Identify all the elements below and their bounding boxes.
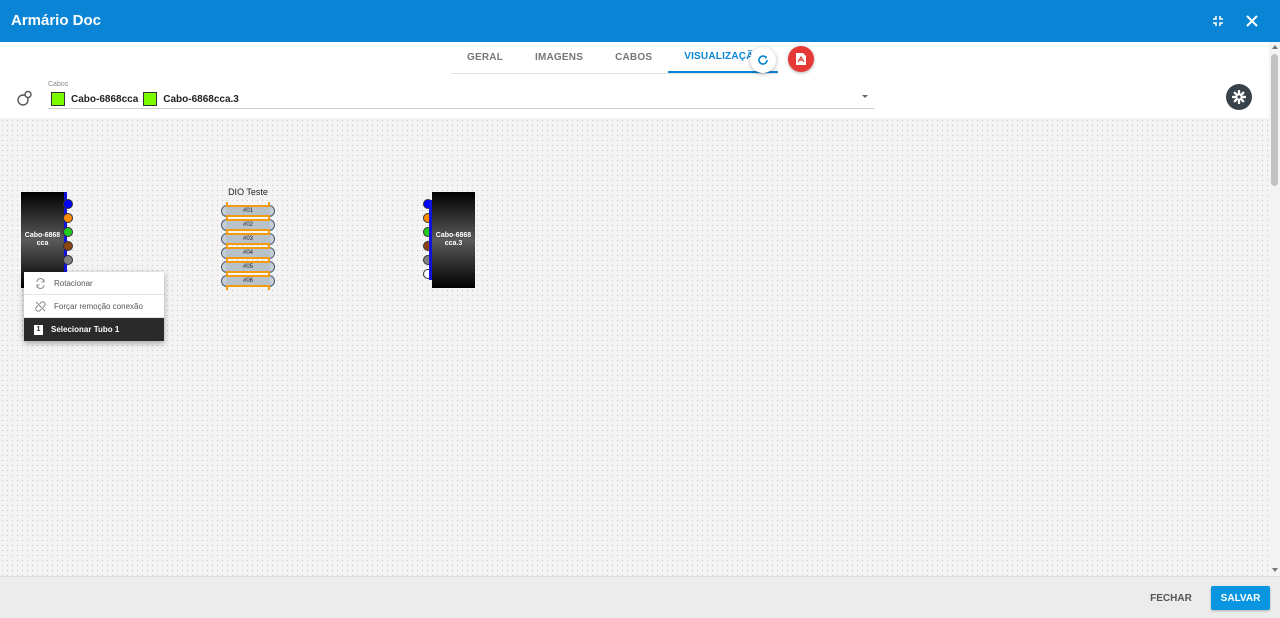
diagram-canvas[interactable] [0, 118, 1269, 576]
menu-item-label: Selecionar Tubo 1 [51, 325, 120, 334]
refresh-button[interactable] [750, 47, 776, 73]
cable-label: Cabo-6868 [435, 232, 472, 239]
dialog-footer: FECHAR SALVAR [0, 576, 1280, 618]
port-label: #04 [226, 247, 270, 259]
cable-chip-label: Cabo-6868cca [71, 93, 139, 105]
dropdown-arrow-icon[interactable] [862, 95, 868, 98]
dio-port[interactable]: #02 [221, 219, 275, 231]
menu-item-rotacionar[interactable]: Rotacionar [24, 272, 164, 295]
scroll-up-icon[interactable] [1272, 45, 1278, 49]
menu-item-label: Rotacionar [54, 278, 93, 288]
cable-color-swatch [51, 92, 65, 106]
menu-item-selecionar-tubo[interactable]: 1 Selecionar Tubo 1 [24, 318, 164, 341]
connection-tool-icon[interactable] [15, 90, 33, 108]
select-underline [48, 108, 874, 109]
exit-fullscreen-icon[interactable] [1205, 8, 1231, 34]
close-button[interactable]: FECHAR [1143, 587, 1199, 609]
fiber-gray[interactable] [63, 255, 73, 265]
cable-chip-label: Cabo-6868cca.3 [163, 93, 239, 105]
gear-icon [1232, 90, 1246, 104]
tab-cabos[interactable]: CABOS [599, 42, 668, 73]
dio-port[interactable]: #05 [221, 261, 275, 273]
save-button[interactable]: SALVAR [1211, 586, 1270, 610]
cable-label: cca [36, 240, 49, 247]
cable-block-right[interactable]: Cabo-6868 cca.3 [432, 192, 475, 288]
menu-item-forcar-remocao[interactable]: Forçar remoção conexão [24, 295, 164, 318]
tab-geral[interactable]: GERAL [451, 42, 519, 73]
refresh-icon [758, 55, 768, 65]
dio-port[interactable]: #01 [221, 205, 275, 217]
close-icon[interactable] [1239, 8, 1265, 34]
tab-bar: GERAL IMAGENS CABOS VISUALIZAÇÃO [451, 42, 778, 74]
fiber-green[interactable] [63, 227, 73, 237]
fiber-orange[interactable] [63, 213, 73, 223]
dio-port[interactable]: #06 [221, 275, 275, 287]
settings-button[interactable] [1226, 84, 1252, 110]
tube-number-icon: 1 [34, 324, 43, 335]
cabos-field-label: Cabos [48, 81, 69, 88]
fiber-blue[interactable] [63, 199, 73, 209]
tab-imagens[interactable]: IMAGENS [519, 42, 599, 73]
dio-port[interactable]: #03 [221, 233, 275, 245]
port-label: #01 [226, 205, 270, 217]
dio-title: DIO Teste [228, 187, 268, 197]
export-pdf-button[interactable] [788, 46, 814, 72]
port-label: #05 [226, 261, 270, 273]
rotate-icon [34, 277, 46, 289]
port-label: #03 [226, 233, 270, 245]
port-label: #06 [226, 275, 270, 287]
scroll-thumb[interactable] [1271, 54, 1278, 186]
cable-label: cca.3 [444, 240, 463, 247]
fiber-brown[interactable] [63, 241, 73, 251]
vertical-scrollbar[interactable] [1269, 42, 1280, 576]
window-title: Armário Doc [11, 12, 102, 29]
menu-item-label: Forçar remoção conexão [54, 301, 143, 311]
port-label: #02 [226, 219, 270, 231]
cable-color-swatch [143, 92, 158, 106]
dio-port[interactable]: #04 [221, 247, 275, 259]
title-bar: Armário Doc [0, 0, 1280, 42]
unlink-icon [34, 300, 46, 312]
scroll-down-icon[interactable] [1272, 568, 1278, 572]
cable-label: Cabo-6868 [24, 232, 61, 239]
pdf-icon [796, 53, 806, 65]
cable-select[interactable]: Cabo-6868cca Cabo-6868cca.3 [51, 91, 244, 107]
context-menu: Rotacionar Forçar remoção conexão 1 Sele… [24, 272, 164, 341]
